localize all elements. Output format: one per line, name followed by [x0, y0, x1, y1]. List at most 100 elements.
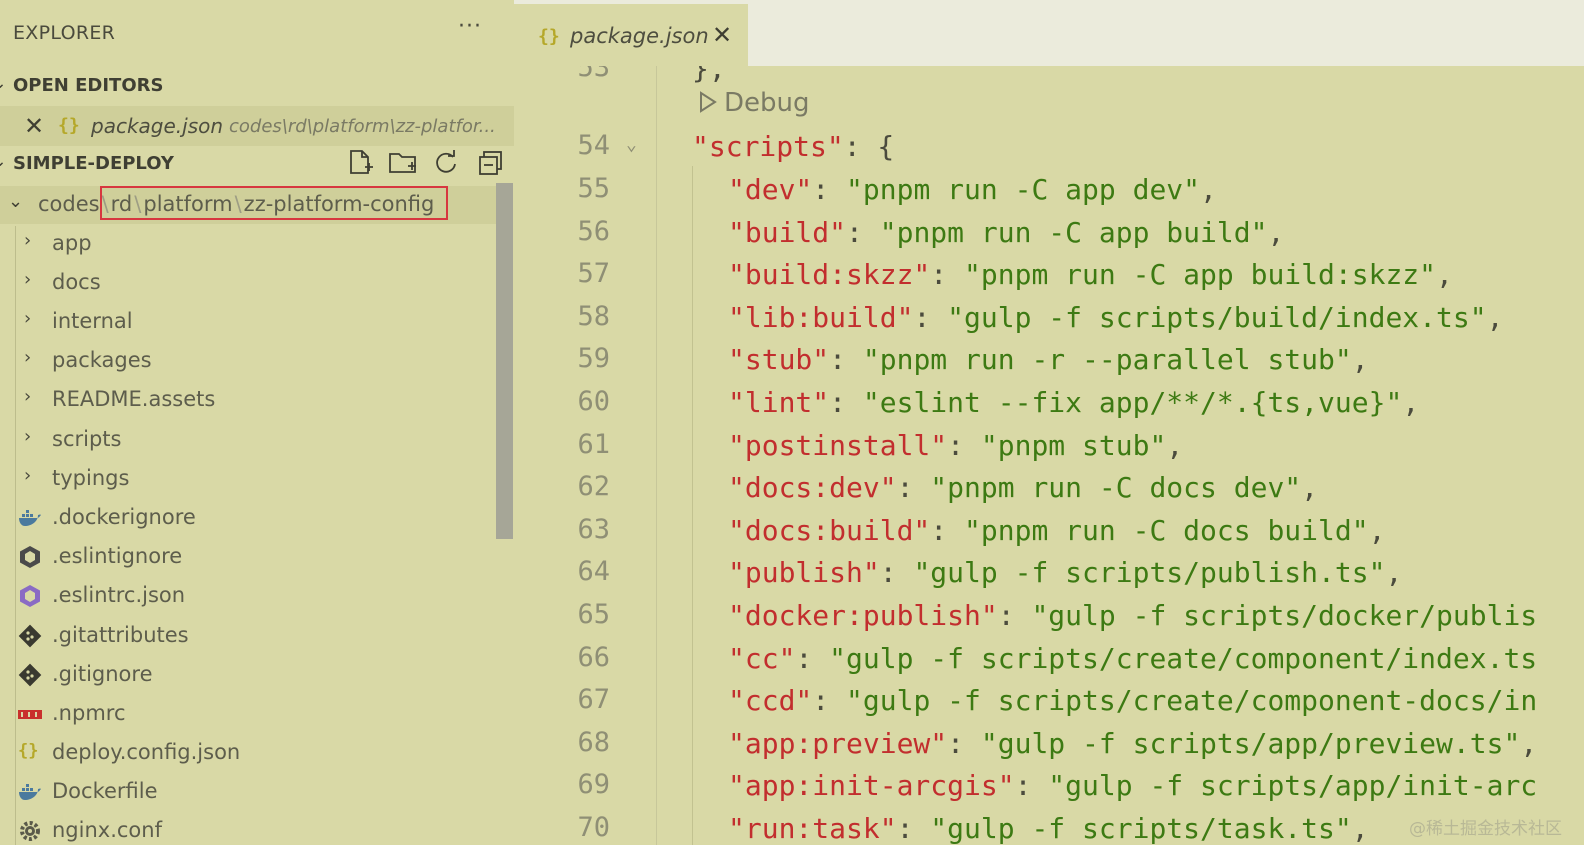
- json-key: "postinstall": [728, 429, 948, 462]
- code-line: "lint": "eslint --fix app/**/*.{ts,vue}"…: [728, 386, 1419, 419]
- file-label: .npmrc: [52, 701, 126, 725]
- tree-file-npmrc[interactable]: .npmrc: [0, 696, 496, 732]
- file-label: .eslintrc.json: [52, 583, 186, 607]
- line-number: 64: [577, 556, 610, 587]
- json-value: "pnpm stub": [980, 429, 1167, 462]
- tree-folder-typings[interactable]: › typings: [0, 461, 496, 497]
- crumb-rd[interactable]: rd: [111, 192, 133, 216]
- tree-folder-packages[interactable]: › packages: [0, 343, 496, 379]
- chevron-right-icon: ›: [24, 426, 32, 447]
- line-number: 59: [577, 343, 610, 374]
- close-icon[interactable]: ✕: [712, 21, 732, 49]
- refresh-icon[interactable]: [431, 148, 461, 178]
- line-number: 67: [577, 684, 610, 715]
- new-folder-icon[interactable]: [388, 148, 418, 178]
- folder-label: typings: [52, 466, 130, 490]
- code-line: "publish": "gulp -f scripts/publish.ts",: [728, 556, 1402, 589]
- code-colon: :: [947, 429, 981, 462]
- json-value: "pnpm run -C docs dev": [930, 471, 1302, 504]
- open-editors-label: OPEN EDITORS: [13, 75, 164, 96]
- tree-file-dockerfile[interactable]: Dockerfile: [0, 774, 496, 810]
- sidebar-scrollbar[interactable]: [496, 183, 513, 539]
- chevron-right-icon: ›: [24, 308, 32, 329]
- debug-codelens[interactable]: Debug: [698, 88, 810, 118]
- line-number: 58: [577, 301, 610, 332]
- watermark: @稀土掘金技术社区: [1409, 819, 1562, 839]
- tree-file-dockerignore[interactable]: .dockerignore: [0, 500, 496, 536]
- crumb-zz-platform-config[interactable]: zz-platform-config: [244, 192, 435, 216]
- tree-folder-docs[interactable]: › docs: [0, 265, 496, 301]
- tree-file-gitattributes[interactable]: .gitattributes: [0, 618, 496, 654]
- json-key: "stub": [728, 343, 830, 376]
- eslint-purple-icon: [20, 585, 40, 607]
- json-key: "docker:publish": [728, 599, 998, 632]
- code-line: "docker:publish": "gulp -f scripts/docke…: [728, 599, 1537, 632]
- tree-file-eslintrc[interactable]: .eslintrc.json: [0, 578, 496, 614]
- new-file-icon[interactable]: [345, 148, 375, 178]
- crumb-separator: \: [134, 192, 142, 216]
- git-icon: [18, 624, 42, 648]
- editor-tabbar: {} package.json ✕: [514, 0, 1584, 66]
- code-punct: ,: [1368, 514, 1386, 547]
- more-actions-icon[interactable]: ···: [458, 14, 482, 39]
- json-key: "app:preview": [728, 727, 948, 760]
- tree-folder-internal[interactable]: › internal: [0, 304, 496, 340]
- code-line: "docs:build": "pnpm run -C docs build",: [728, 514, 1385, 547]
- code-line: "run:task": "gulp -f scripts/task.ts",: [728, 812, 1369, 845]
- code-colon: :: [846, 216, 880, 249]
- code-punct: ,: [1486, 301, 1504, 334]
- file-label: deploy.config.json: [52, 740, 241, 764]
- code-line: "dev": "pnpm run -C app dev",: [728, 173, 1217, 206]
- open-editors-header[interactable]: ⌄ OPEN EDITORS: [0, 72, 514, 102]
- explorer-title: EXPLORER: [13, 22, 116, 44]
- gear-icon: [20, 821, 40, 841]
- code-colon: :: [896, 812, 931, 845]
- json-value: "pnpm run -r --parallel stub": [862, 343, 1352, 376]
- tree-folder-readme-assets[interactable]: › README.assets: [0, 382, 496, 418]
- tree-file-gitignore[interactable]: .gitignore: [0, 657, 496, 693]
- close-icon[interactable]: ✕: [24, 112, 44, 140]
- code-punct: ,: [1402, 386, 1420, 419]
- code-punct: ,: [1267, 216, 1285, 249]
- tree-file-eslintignore[interactable]: .eslintignore: [0, 539, 496, 575]
- tree-file-nginx-conf[interactable]: nginx.conf: [0, 813, 496, 845]
- file-label: .gitattributes: [52, 623, 189, 647]
- code-colon: :: [913, 301, 948, 334]
- crumb-platform[interactable]: platform: [143, 192, 232, 216]
- chevron-right-icon: ›: [24, 386, 32, 407]
- chevron-down-icon: ⌄: [0, 154, 6, 170]
- code-editor[interactable]: 53 }, Debug 54 ⌄ "scripts": { 55 "dev": "…: [514, 66, 1584, 845]
- code-line: "app:preview": "gulp -f scripts/app/prev…: [728, 727, 1537, 760]
- json-value: "gulp -f scripts/create/component/index.…: [829, 642, 1538, 675]
- json-value: "gulp -f scripts/app/preview.ts": [980, 727, 1521, 760]
- tree-root-folder[interactable]: ⌄ codes\rd\platform\zz-platform-config: [0, 186, 496, 224]
- folder-label: scripts: [52, 427, 122, 451]
- json-value: "gulp -f scripts/build/index.ts": [947, 301, 1487, 334]
- project-label: SIMPLE-DEPLOY: [13, 153, 174, 174]
- indent-guide: [692, 166, 693, 845]
- json-key: "docs:dev": [728, 471, 897, 504]
- folder-label: packages: [52, 348, 152, 372]
- code-line: "scripts": {: [692, 130, 894, 163]
- docker-icon: [19, 784, 41, 800]
- line-number: 61: [577, 429, 610, 460]
- open-editor-filename: package.json: [91, 114, 224, 138]
- code-colon: :: [879, 556, 914, 589]
- fold-chevron-icon[interactable]: ⌄: [626, 134, 637, 155]
- tree-folder-app[interactable]: › app: [0, 226, 496, 262]
- tree-file-deploy-config[interactable]: {} deploy.config.json: [0, 735, 496, 771]
- code-line: },: [692, 66, 726, 85]
- open-editor-item[interactable]: ✕ {} package.json codes\rd\platform\zz-p…: [0, 106, 514, 146]
- json-key: "docs:build": [728, 514, 931, 547]
- json-key: "build:skzz": [728, 258, 931, 291]
- crumb-codes[interactable]: codes: [38, 192, 100, 216]
- folder-label: docs: [52, 270, 101, 294]
- tab-package-json[interactable]: {} package.json ✕: [514, 4, 748, 66]
- code-line: "build": "pnpm run -C app build",: [728, 216, 1284, 249]
- collapse-all-icon[interactable]: [476, 148, 506, 178]
- docker-icon: [19, 510, 41, 526]
- tree-folder-scripts[interactable]: › scripts: [0, 422, 496, 458]
- eslint-icon: [20, 546, 40, 568]
- line-number: 63: [577, 514, 610, 545]
- line-number: 54: [577, 130, 610, 161]
